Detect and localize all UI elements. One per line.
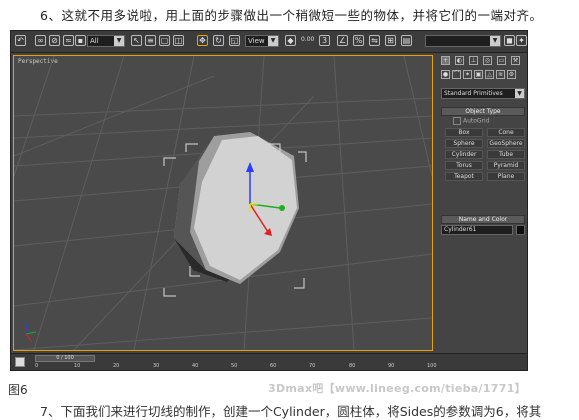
undo-icon[interactable]: ↶ [15, 35, 26, 46]
select-icon[interactable]: ▪ [75, 35, 86, 46]
scale-icon[interactable]: ◱ [229, 35, 240, 46]
percent-snap-icon[interactable]: % [353, 35, 364, 46]
checkbox-icon [453, 117, 461, 125]
display-icon[interactable]: ▭ [497, 56, 506, 65]
angle-snap-icon[interactable]: ∠ [337, 35, 348, 46]
frame-tick-label: 30 [153, 363, 160, 369]
3dsmax-window: ↶ ∞ ⊘ ≈ ▪ All ▼ ↖ ≡ ▢ ◫ ✥ ↻ ◱ View ▼ ◆ 0.0… [10, 30, 528, 371]
create-icon[interactable]: + [441, 56, 450, 65]
window-crossing-icon[interactable]: ◫ [173, 35, 184, 46]
category-dropdown[interactable]: Standard Primitives ▼ [441, 88, 525, 99]
hierarchy-icon[interactable]: ⊥ [469, 56, 478, 65]
frame-tick-label: 60 [270, 363, 277, 369]
select-by-name-icon[interactable]: ≡ [145, 35, 156, 46]
timeline: 0 / 100 0 10 20 30 40 50 60 70 80 90 100 [11, 353, 527, 370]
render-icon[interactable]: ✦ [516, 35, 527, 46]
instruction-text-bottom: 7、下面我们来进行切线的制作，创建一个Cylinder，圆柱体，将Sides的参… [40, 404, 542, 419]
autogrid-checkbox[interactable]: AutoGrid [453, 117, 490, 125]
command-panel-tabs: + ◐ ⊥ ◎ ▭ ⚒ [439, 55, 527, 67]
chevron-down-icon: ▼ [490, 36, 500, 46]
frame-tick-label: 50 [231, 363, 238, 369]
primitive-button-torus[interactable]: Torus [445, 161, 483, 170]
frame-tick-label: 0 [35, 363, 39, 369]
frame-tick-label: 10 [74, 363, 81, 369]
world-axis-icon [25, 322, 37, 343]
shapes-icon[interactable]: ⌒ [452, 70, 461, 79]
primitive-button-sphere[interactable]: Sphere [445, 139, 483, 148]
mirror-icon[interactable]: ⇋ [369, 35, 380, 46]
main-toolbar: ↶ ∞ ⊘ ≈ ▪ All ▼ ↖ ≡ ▢ ◫ ✥ ↻ ◱ View ▼ ◆ 0.0… [11, 31, 527, 53]
perspective-viewport[interactable]: Perspective [13, 55, 433, 351]
command-panel: + ◐ ⊥ ◎ ▭ ⚒ ● ⌒ ✶ ▣ △ ≋ ⚙ Standard Primi… [439, 55, 527, 351]
named-selection-sets-dropdown[interactable]: ▼ [425, 35, 501, 47]
utilities-icon[interactable]: ⚒ [511, 56, 520, 65]
frame-tick-label: 40 [192, 363, 199, 369]
name-and-color-rollout[interactable]: Name and Color [441, 215, 525, 224]
primitive-button-teapot[interactable]: Teapot [445, 172, 483, 181]
primitive-button-box[interactable]: Box [445, 128, 483, 137]
mini-curve-editor-icon[interactable] [15, 357, 25, 367]
figure-caption: 图6 [8, 383, 28, 397]
chevron-down-icon: ▼ [515, 89, 524, 98]
frame-tick-label: 100 [427, 363, 437, 369]
motion-icon[interactable]: ◎ [483, 56, 492, 65]
viewport-scene [14, 56, 432, 350]
render-setup-icon[interactable]: ◼ [504, 35, 515, 46]
primitive-button-cylinder[interactable]: Cylinder [445, 150, 483, 159]
frame-tick-label: 80 [349, 363, 356, 369]
primitive-button-cone[interactable]: Cone [487, 128, 525, 137]
rotate-icon[interactable]: ↻ [213, 35, 224, 46]
link-icon[interactable]: ∞ [35, 35, 46, 46]
align-icon[interactable]: ⊞ [385, 35, 396, 46]
object-name-field[interactable]: Cylinder61 [441, 225, 513, 235]
unlink-icon[interactable]: ⊘ [49, 35, 60, 46]
time-slider[interactable]: 0 / 100 [35, 355, 95, 362]
move-icon[interactable]: ✥ [197, 35, 208, 46]
primitive-button-geosphere[interactable]: GeoSphere [487, 139, 525, 148]
object-color-swatch[interactable] [516, 225, 525, 235]
primitive-button-plane[interactable]: Plane [487, 172, 525, 181]
bind-icon[interactable]: ≈ [63, 35, 74, 46]
frame-tick-label: 70 [309, 363, 316, 369]
object-type-rollout[interactable]: Object Type [441, 107, 525, 116]
spacewarps-icon[interactable]: ≋ [496, 70, 505, 79]
pivot-icon[interactable]: ◆ [285, 35, 296, 46]
subcategory-icons: ● ⌒ ✶ ▣ △ ≋ ⚙ [439, 69, 527, 81]
helpers-icon[interactable]: △ [485, 70, 494, 79]
frame-ruler[interactable]: 0 10 20 30 40 50 60 70 80 90 100 [35, 363, 437, 370]
snap-icon[interactable]: 3 [319, 35, 330, 46]
rect-region-icon[interactable]: ▢ [159, 35, 170, 46]
frame-tick-label: 90 [388, 363, 395, 369]
watermark: 3Dmax吧【www.lineeg.com/tieba/1771】 [268, 382, 526, 395]
chevron-down-icon: ▼ [114, 36, 124, 46]
instruction-text-top: 6、这就不用多说啦，用上面的步骤做出一个稍微短一些的物体，并将它们的一端对齐。 [40, 8, 543, 23]
modify-icon[interactable]: ◐ [455, 56, 464, 65]
select-object-icon[interactable]: ↖ [131, 35, 142, 46]
frame-tick-label: 20 [113, 363, 120, 369]
cameras-icon[interactable]: ▣ [474, 70, 483, 79]
primitive-button-tube[interactable]: Tube [487, 150, 525, 159]
geometry-icon[interactable]: ● [441, 70, 450, 79]
snap-value-label: 0.00 [301, 36, 315, 43]
primitive-button-pyramid[interactable]: Pyramid [487, 161, 525, 170]
lights-icon[interactable]: ✶ [463, 70, 472, 79]
layers-icon[interactable]: ▤ [401, 35, 412, 46]
systems-icon[interactable]: ⚙ [507, 70, 516, 79]
reference-coord-dropdown[interactable]: View ▼ [245, 35, 279, 47]
selection-filter-dropdown[interactable]: All ▼ [87, 35, 125, 47]
chevron-down-icon: ▼ [268, 36, 278, 46]
